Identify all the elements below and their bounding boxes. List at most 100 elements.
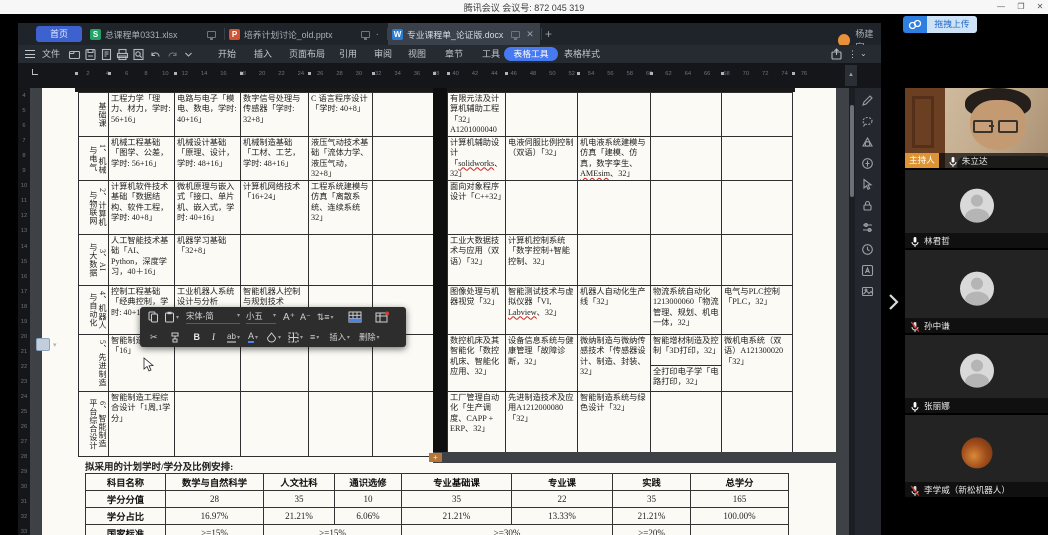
menu-4[interactable]: 审阅 bbox=[374, 45, 392, 63]
border-button[interactable] bbox=[288, 332, 299, 343]
delete-menu[interactable]: 删除 bbox=[359, 331, 376, 343]
align-button[interactable]: ≡ bbox=[310, 332, 315, 342]
table-cell: 电气与PLC控制「PLC，32」 bbox=[722, 286, 793, 335]
quick-toolbar-icon[interactable] bbox=[182, 48, 195, 61]
close-tab-icon[interactable]: ✕ bbox=[526, 29, 534, 40]
close-button[interactable]: ✕ bbox=[1031, 0, 1048, 14]
increase-font-icon[interactable]: A⁺ bbox=[283, 312, 295, 323]
upload-button[interactable]: 拖拽上传 bbox=[903, 16, 977, 33]
cut-icon[interactable]: ✂ bbox=[150, 332, 158, 343]
menu-6[interactable]: 章节 bbox=[445, 45, 463, 63]
delete-table-icon[interactable] bbox=[375, 311, 389, 324]
table-cell: 智能制造系统与绿色设计「32」 bbox=[578, 392, 651, 457]
menu-1[interactable]: 插入 bbox=[254, 45, 272, 63]
select-cursor-icon[interactable] bbox=[861, 178, 874, 191]
quick-toolbar-icon[interactable] bbox=[132, 48, 145, 61]
participant-namebar: 张丽娜 bbox=[905, 398, 1048, 413]
history-icon[interactable] bbox=[861, 243, 874, 256]
table-cell bbox=[651, 235, 722, 286]
table-handle[interactable]: + bbox=[429, 453, 442, 462]
minimize-button[interactable]: — bbox=[992, 0, 1010, 14]
compass-icon[interactable] bbox=[861, 157, 874, 170]
summary-cell bbox=[691, 525, 789, 535]
participant-tile[interactable]: 张丽娜 bbox=[905, 335, 1048, 413]
table-cell: 机器学习基础「32+8」 bbox=[175, 235, 241, 286]
summary-cell: 6.06% bbox=[335, 508, 402, 525]
file-tab[interactable]: S总课程单0331.xlsx bbox=[86, 23, 223, 45]
quick-toolbar-icon[interactable] bbox=[116, 48, 129, 61]
sharing-indicator-icon bbox=[207, 31, 216, 38]
table-cell: 微机原理与嵌入式「接口、单片机、嵌入式，学时: 40+16」 bbox=[175, 181, 241, 235]
participant-name: 李学威（新松机器人） bbox=[924, 484, 1010, 496]
quick-toolbar-icon[interactable] bbox=[68, 48, 81, 61]
pen-icon[interactable] bbox=[861, 94, 874, 107]
shapes-icon[interactable] bbox=[861, 136, 874, 149]
quick-toolbar-icon[interactable] bbox=[84, 48, 97, 61]
decrease-font-icon[interactable]: A⁻ bbox=[300, 312, 311, 323]
font-color-button[interactable]: A bbox=[248, 331, 254, 343]
maximize-button[interactable]: ❐ bbox=[1012, 0, 1030, 14]
shading-button[interactable] bbox=[266, 332, 277, 343]
sidebar-collapse-arrow[interactable] bbox=[886, 292, 900, 312]
menu-0[interactable]: 开始 bbox=[218, 45, 236, 63]
menu-file[interactable]: 文件 bbox=[42, 45, 60, 63]
highlight-button[interactable]: ab bbox=[227, 332, 236, 343]
paste-icon[interactable] bbox=[164, 311, 175, 323]
image-icon[interactable] bbox=[861, 285, 874, 298]
quick-toolbar-icon[interactable] bbox=[149, 48, 162, 61]
summary-header-cell: 通识选修 bbox=[335, 474, 402, 491]
menu-3[interactable]: 引用 bbox=[339, 45, 357, 63]
mic-icon bbox=[910, 400, 920, 412]
insert-table-icon[interactable] bbox=[348, 311, 362, 324]
mic-icon bbox=[910, 320, 920, 332]
insert-menu[interactable]: 插入 bbox=[329, 331, 346, 343]
font-size-select[interactable]: 小五▾ bbox=[246, 310, 276, 324]
menu-2[interactable]: 页面布局 bbox=[289, 45, 325, 63]
italic-button[interactable]: I bbox=[212, 332, 215, 342]
wps-ribbon: 文件 开始插入页面布局引用审阅视图 章节 工具 表格工具 表格样式 ⋮ ⌄ bbox=[18, 45, 881, 63]
lock-icon[interactable] bbox=[861, 199, 874, 212]
bold-button[interactable]: B bbox=[194, 332, 201, 342]
table-cell: 人工智能技术基础「AI、Python，深度学习，40＋16」 bbox=[109, 235, 175, 286]
summary-cell: 16.97% bbox=[166, 508, 264, 525]
table-cell bbox=[722, 137, 793, 181]
quick-toolbar-icon[interactable] bbox=[100, 48, 113, 61]
menu-5[interactable]: 视图 bbox=[408, 45, 426, 63]
participant-tile[interactable]: 林君哲 bbox=[905, 170, 1048, 248]
hamburger-icon[interactable] bbox=[25, 50, 35, 58]
table-cell: 液压气动技术基础「流体力学、液压气动，32+8」 bbox=[309, 137, 373, 181]
new-tab-button[interactable]: + bbox=[545, 27, 552, 41]
table-cell: 智能制造工程综合设计「1周,1学分」 bbox=[109, 392, 175, 457]
collapse-ribbon-icon[interactable]: ⌄ bbox=[860, 45, 867, 63]
share-icon[interactable] bbox=[830, 48, 843, 61]
summary-cell: 13.33% bbox=[512, 508, 613, 525]
table-cell: 计算机控制系统「数字控制+智能控制、32」 bbox=[506, 235, 578, 286]
format-painter-icon[interactable] bbox=[170, 332, 180, 343]
menu-7[interactable]: 工具 bbox=[482, 45, 500, 63]
tab-home[interactable]: 首页 bbox=[36, 26, 82, 42]
summary-cell: >=20% bbox=[613, 525, 691, 535]
settings-sliders-icon[interactable] bbox=[861, 221, 874, 234]
font-name-select[interactable]: 宋体-简▾ bbox=[186, 310, 240, 324]
participant-tile[interactable]: 孙中谦 bbox=[905, 250, 1048, 333]
table-tool-tab[interactable]: 表格工具 bbox=[504, 47, 558, 61]
tab-stop-selector[interactable] bbox=[32, 69, 38, 75]
participant-tile[interactable]: 主持人朱立达 bbox=[905, 88, 1048, 168]
scrollbar-up[interactable]: ▲ bbox=[845, 65, 857, 86]
more-icon[interactable]: ⋮ bbox=[848, 45, 857, 63]
scrollbar-thumb[interactable] bbox=[850, 105, 854, 197]
copy-icon[interactable] bbox=[148, 311, 159, 323]
file-tab[interactable]: P培养计划讨论_old.pptx· bbox=[225, 23, 386, 45]
participant-tile[interactable]: 李学威（新松机器人） bbox=[905, 415, 1048, 497]
lasso-icon[interactable] bbox=[861, 115, 874, 128]
quick-toolbar-icon[interactable] bbox=[166, 48, 179, 61]
file-tab[interactable]: W专业课程单_论证版.docx✕ bbox=[388, 23, 540, 45]
table-cell: 机械制造基础「工材、工艺，学时: 48+16」 bbox=[241, 137, 309, 181]
summary-table[interactable]: 科目名称数学与自然科学人文社科通识选修专业基础课专业课实践总学分学分分值2835… bbox=[85, 473, 789, 535]
line-spacing-icon[interactable]: ⇅≡ bbox=[317, 312, 330, 323]
table-style-tab[interactable]: 表格样式 bbox=[564, 45, 600, 63]
paste-options-button[interactable] bbox=[36, 338, 50, 351]
table-cell: 计算机辅助设计「solidworks、32」 bbox=[448, 137, 506, 181]
text-box-icon[interactable] bbox=[861, 264, 874, 277]
mouse-cursor bbox=[143, 357, 153, 371]
